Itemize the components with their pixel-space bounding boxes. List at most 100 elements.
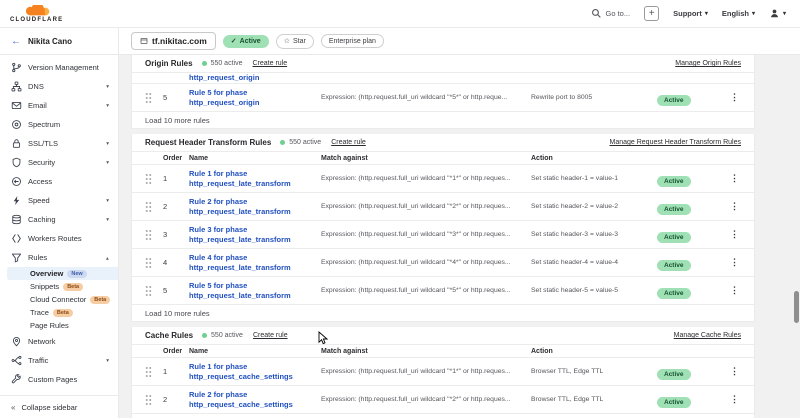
zone-selector[interactable]: tf.nikitac.com [131, 32, 216, 50]
sidebar-item-traffic[interactable]: Traffic ▾ [0, 351, 118, 370]
chevron-down-icon: ▾ [705, 10, 708, 17]
kebab-menu-button[interactable]: ⋮ [728, 202, 741, 211]
kebab-menu-button[interactable]: ⋮ [728, 174, 741, 183]
rule-action: Set static header-2 = value-2 [531, 203, 657, 210]
email-icon [11, 100, 22, 111]
sidebar-item-page-rules[interactable]: Page Rules [0, 319, 118, 332]
rule-order: 2 [163, 202, 189, 211]
dns-icon [11, 81, 22, 92]
column-order: Order [163, 155, 189, 162]
sidebar-item-security[interactable]: Security ▾ [0, 153, 118, 172]
manage-cache-rules-link[interactable]: Manage Cache Rules [674, 332, 741, 339]
sidebar-item-network[interactable]: Network [0, 332, 118, 351]
star-button[interactable]: ☆ Star [276, 34, 314, 49]
rule-match-expression: Expression: (http.request.full_uri wildc… [321, 396, 531, 403]
sidebar-item-label: Caching [28, 215, 56, 224]
kebab-menu-button[interactable]: ⋮ [728, 230, 741, 239]
rule-name-line2: http_request_cache_settings [189, 372, 321, 382]
sidebar-item-spectrum[interactable]: Spectrum [0, 115, 118, 134]
beta-badge: Beta [63, 283, 83, 291]
user-icon [769, 8, 780, 19]
sidebar-item-dns[interactable]: DNS ▾ [0, 77, 118, 96]
user-menu[interactable]: ▾ [769, 8, 786, 19]
rule-action: Set static header-1 = value-1 [531, 175, 657, 182]
support-menu[interactable]: Support ▾ [673, 9, 708, 18]
rule-name-link[interactable]: Rule 1 for phase http_request_late_trans… [189, 169, 321, 189]
column-name: Name [189, 155, 321, 162]
load-more-rules-link[interactable]: Load 10 more rules [132, 112, 754, 128]
cloudflare-logo[interactable]: CLOUDFLARE [10, 5, 63, 23]
rule-name-link[interactable]: Rule 3 for phase http_request_late_trans… [189, 225, 321, 245]
sidebar-item-caching[interactable]: Caching ▾ [0, 210, 118, 229]
create-rule-link[interactable]: Create rule [252, 60, 287, 67]
drag-handle[interactable] [145, 92, 152, 104]
scrollbar-thumb[interactable] [794, 291, 799, 323]
rule-name-line2: http_request_late_transform [189, 291, 321, 301]
cloudflare-dashboard: CLOUDFLARE Go to... + Support ▾ English … [0, 0, 800, 418]
drag-handle[interactable] [145, 366, 152, 378]
rule-name-line2[interactable]: http_request_origin [189, 73, 321, 83]
drag-handle[interactable] [145, 257, 152, 269]
drag-handle[interactable] [145, 285, 152, 297]
active-dot-icon [202, 333, 207, 338]
rule-name-link[interactable]: Rule 2 for phase http_request_cache_sett… [189, 390, 321, 410]
column-action: Action [531, 348, 657, 355]
drag-handle[interactable] [145, 229, 152, 241]
drag-handle[interactable] [145, 394, 152, 406]
sidebar-item-access[interactable]: Access [0, 172, 118, 191]
rule-name-link[interactable]: Rule 1 for phase http_request_cache_sett… [189, 362, 321, 382]
create-rule-link[interactable]: Create rule [331, 139, 366, 146]
kebab-menu-button[interactable]: ⋮ [728, 286, 741, 295]
collapse-sidebar-button[interactable]: « Collapse sidebar [0, 395, 118, 418]
chevron-down-icon: ▾ [106, 217, 109, 223]
rule-action: Browser TTL, Edge TTL [531, 396, 657, 403]
sidebar-item-overview[interactable]: Overview New [7, 267, 118, 280]
kebab-menu-button[interactable]: ⋮ [728, 367, 741, 376]
kebab-menu-button[interactable]: ⋮ [728, 258, 741, 267]
drag-handle[interactable] [145, 173, 152, 185]
sidebar-subitem-label: Trace [30, 308, 49, 317]
manage-transform-rules-link[interactable]: Manage Request Header Transform Rules [609, 139, 741, 146]
status-badge: Active [657, 232, 691, 243]
rule-name-line1: Rule 5 for phase [189, 88, 321, 98]
status-badge: Active [657, 260, 691, 271]
kebab-menu-button[interactable]: ⋮ [728, 395, 741, 404]
active-count: 550 active [289, 139, 321, 146]
rule-order: 1 [163, 174, 189, 183]
sidebar-item-email[interactable]: Email ▾ [0, 96, 118, 115]
create-rule-link[interactable]: Create rule [253, 332, 288, 339]
search-icon [591, 8, 602, 19]
chevron-down-icon: ▾ [752, 10, 755, 17]
sidebar-item-snippets[interactable]: Snippets Beta [0, 280, 118, 293]
drag-handle[interactable] [145, 201, 152, 213]
load-more-rules-link[interactable]: Load 10 more rules [132, 305, 754, 321]
kebab-menu-button[interactable]: ⋮ [728, 93, 741, 102]
add-button[interactable]: + [644, 6, 659, 21]
rule-name-link[interactable]: Rule 2 for phase http_request_late_trans… [189, 197, 321, 217]
rule-match-expression: Expression: (http.request.full_uri wildc… [321, 287, 531, 294]
account-header: ← Nikita Cano [0, 28, 119, 54]
sidebar-item-trace[interactable]: Trace Beta [0, 306, 118, 319]
rule-name-link[interactable]: Rule 4 for phase http_request_late_trans… [189, 253, 321, 273]
sidebar-item-label: Speed [28, 196, 50, 205]
sidebar-item-version-management[interactable]: Version Management [0, 58, 118, 77]
manage-origin-rules-link[interactable]: Manage Origin Rules [675, 60, 741, 67]
global-search[interactable]: Go to... [591, 8, 631, 19]
language-menu[interactable]: English ▾ [722, 9, 755, 18]
back-arrow-icon[interactable]: ← [11, 36, 21, 47]
column-action: Action [531, 155, 657, 162]
rule-order: 4 [163, 258, 189, 267]
table-row: 4 Rule 4 for phase http_request_late_tra… [132, 249, 754, 277]
site-icon [140, 37, 148, 45]
sidebar-item-custom-pages[interactable]: Custom Pages [0, 370, 118, 389]
sidebar-item-ssl-tls[interactable]: SSL/TLS ▾ [0, 134, 118, 153]
sidebar-item-workers-routes[interactable]: Workers Routes [0, 229, 118, 248]
rule-action: Set static header-4 = value-4 [531, 259, 657, 266]
spectrum-icon [11, 119, 22, 130]
cache-rules-section: Cache Rules 550 active Create rule Manag… [131, 327, 755, 418]
sidebar-item-speed[interactable]: Speed ▾ [0, 191, 118, 210]
sidebar-item-cloud-connector[interactable]: Cloud Connector Beta [0, 293, 118, 306]
rule-name-link[interactable]: Rule 5 for phase http_request_late_trans… [189, 281, 321, 301]
sidebar-item-rules[interactable]: Rules ▾ [0, 248, 118, 267]
rule-name-link[interactable]: Rule 5 for phase http_request_origin [189, 88, 321, 108]
